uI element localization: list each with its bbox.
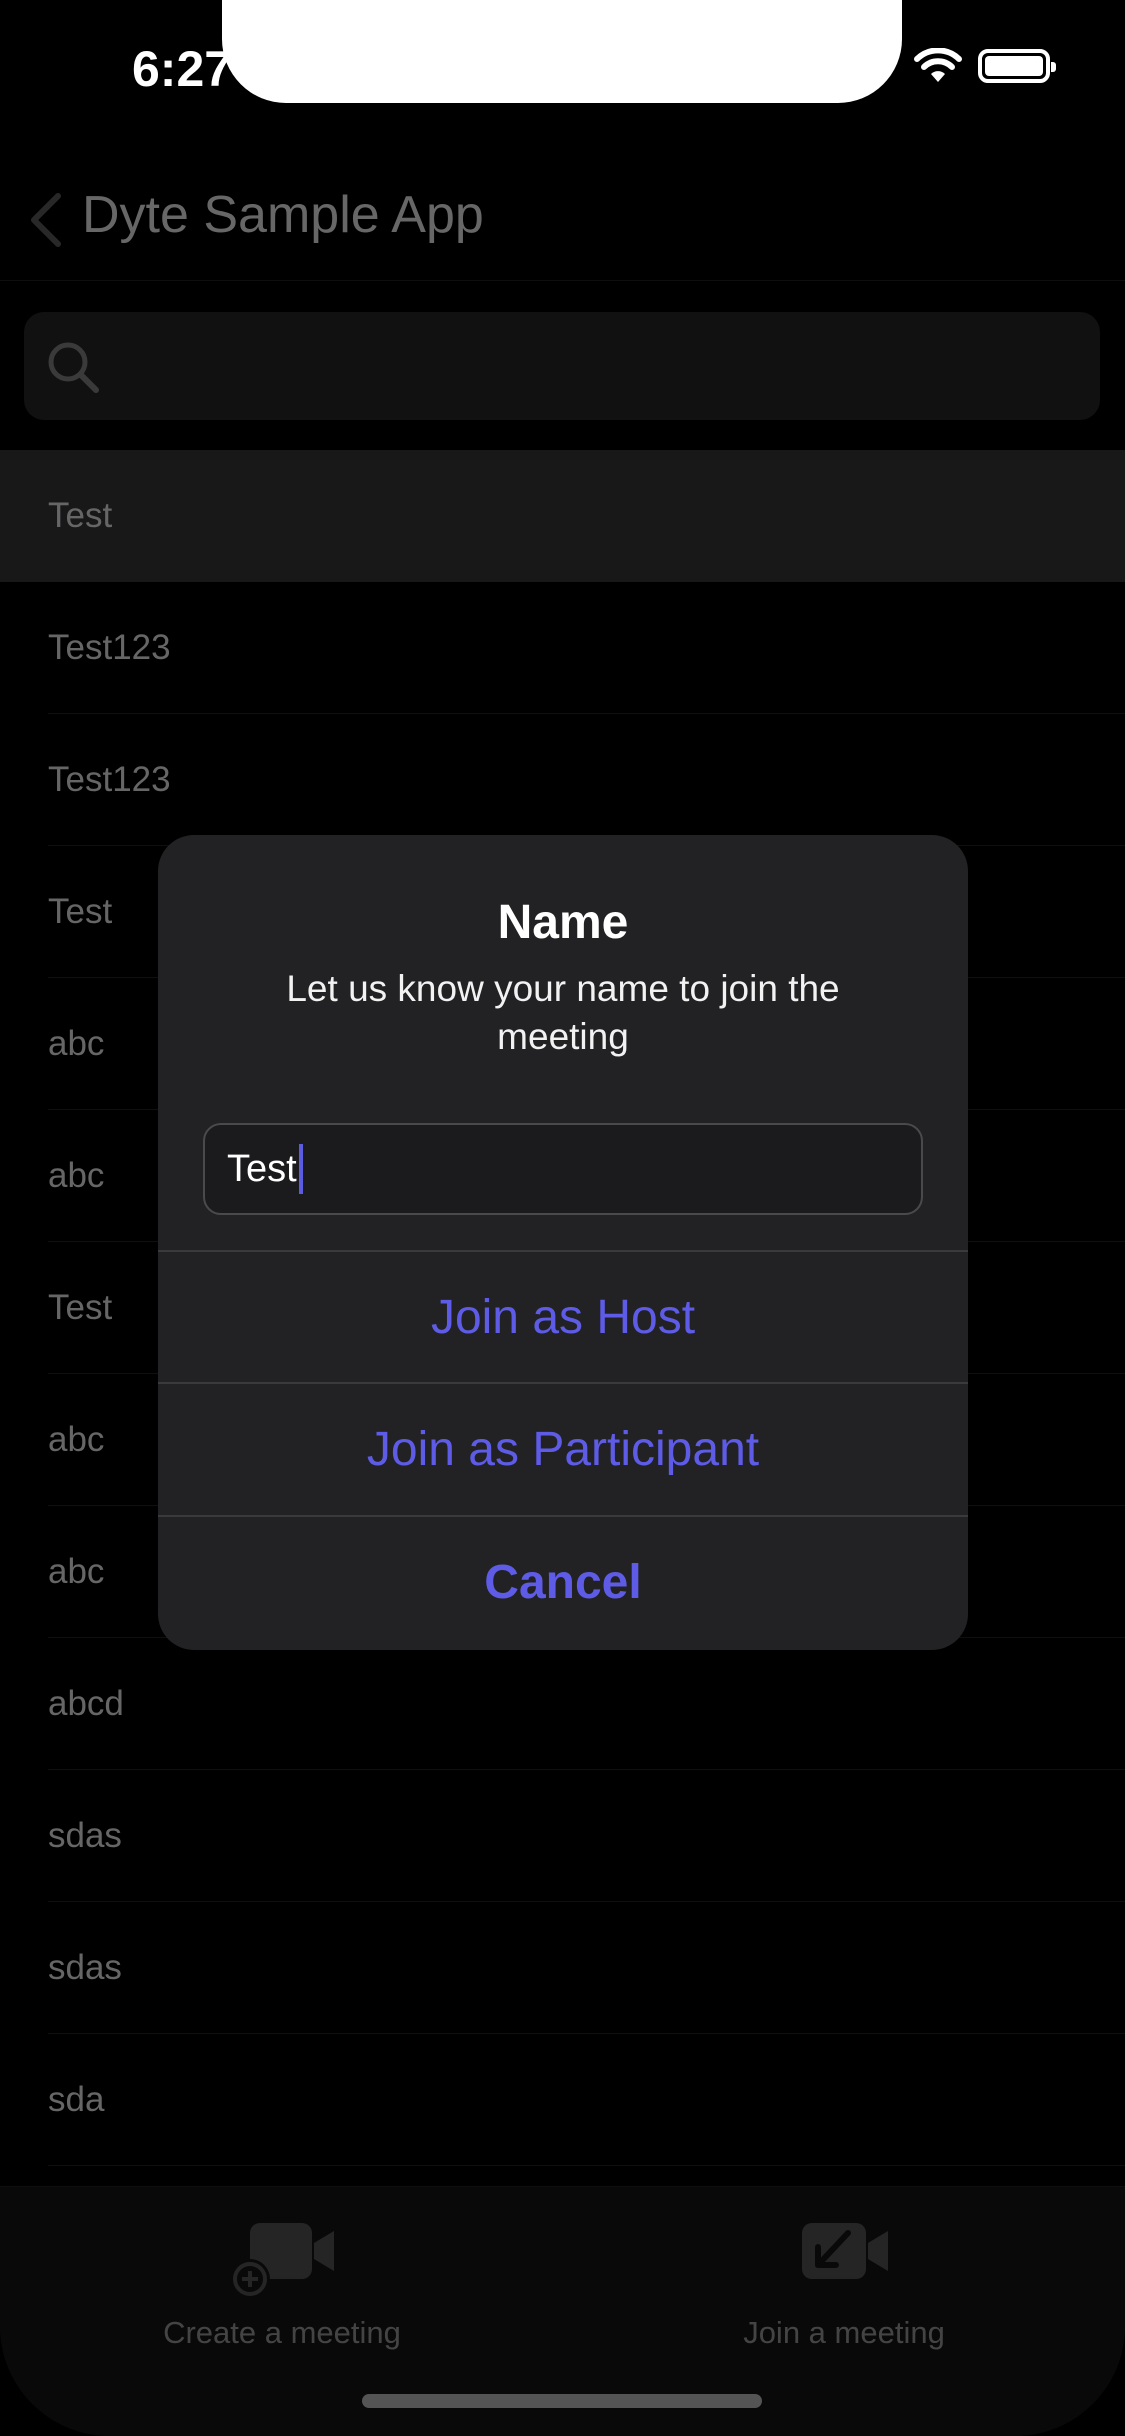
name-input-value: Test	[227, 1147, 297, 1190]
text-caret	[298, 1144, 303, 1194]
cancel-button[interactable]: Cancel	[158, 1515, 968, 1649]
join-as-participant-button[interactable]: Join as Participant	[158, 1382, 968, 1516]
app-screen: 6:27 Dyte Sample App Test Test123 Test12…	[0, 0, 1125, 2436]
status-icons	[914, 48, 1056, 84]
wifi-icon	[914, 48, 962, 84]
battery-icon	[978, 49, 1056, 83]
name-input[interactable]: Test	[203, 1123, 923, 1215]
notch	[222, 0, 902, 103]
name-input-value-wrap: Test	[227, 1144, 303, 1194]
device-frame: 6:27 Dyte Sample App Test Test123 Test12…	[0, 0, 1125, 2436]
status-time: 6:27	[132, 41, 233, 97]
alert-message: Let us know your name to join the meetin…	[286, 968, 840, 1057]
alert-title: Name	[497, 896, 629, 949]
name-alert-dialog: Name Let us know your name to join the m…	[158, 835, 968, 1650]
join-as-host-button[interactable]: Join as Host	[158, 1250, 968, 1384]
